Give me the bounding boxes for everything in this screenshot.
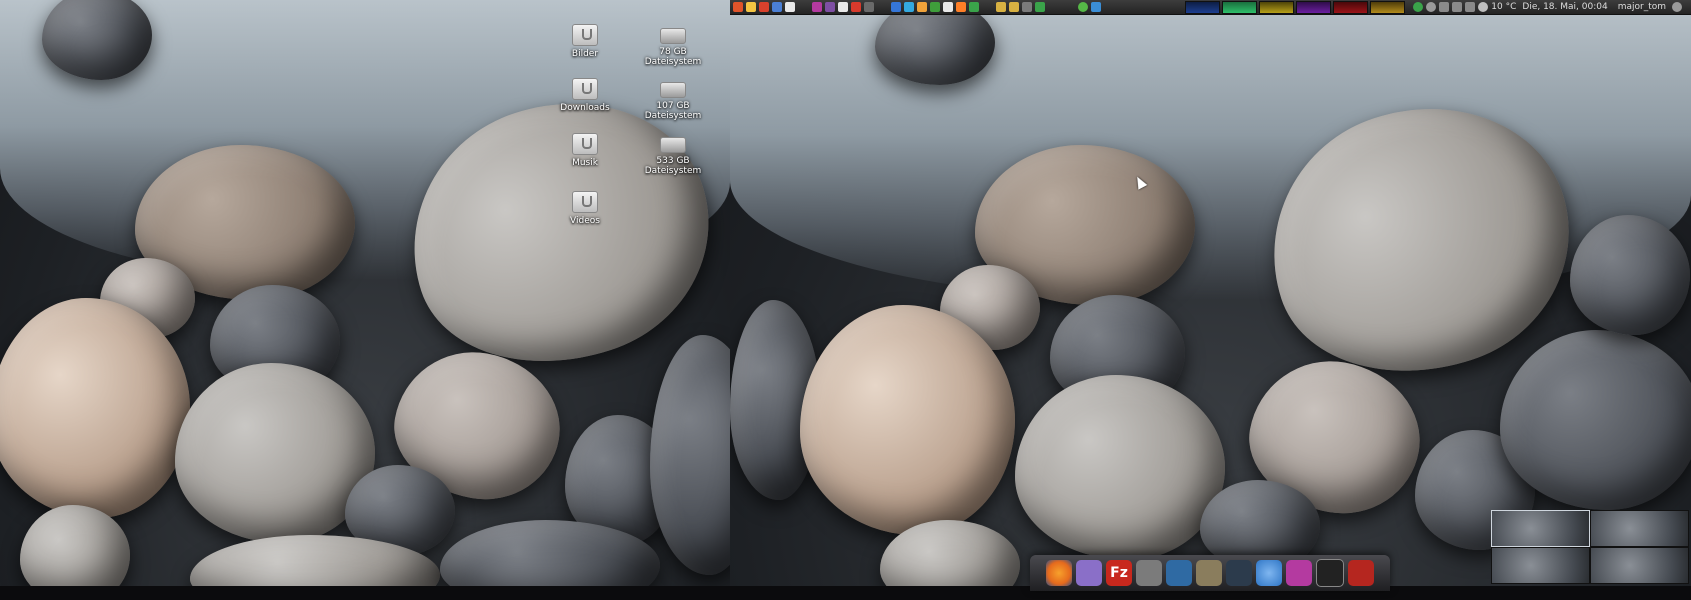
folder-icon: [572, 133, 598, 155]
folder-icon: [572, 191, 598, 213]
weather-icon[interactable]: [1478, 2, 1489, 12]
window-button-icon[interactable]: [812, 2, 822, 12]
panel-clock[interactable]: Die, 18. Mai, 00:04: [1522, 2, 1607, 12]
workspace-1[interactable]: [1491, 510, 1590, 547]
web-icon[interactable]: [1226, 560, 1252, 586]
desktop-icon-musik[interactable]: Musik: [545, 133, 625, 168]
stone: [20, 505, 130, 586]
settings-icon[interactable]: [746, 2, 756, 12]
terminal-icon[interactable]: [1316, 559, 1344, 587]
window-button-icon[interactable]: [930, 2, 940, 12]
presentation-icon[interactable]: [1348, 560, 1374, 586]
workspace-pager: [1491, 510, 1689, 584]
downloader-icon[interactable]: [1166, 560, 1192, 586]
top-panel: 10 °C Die, 18. Mai, 00:04 major_tom: [730, 0, 1691, 15]
app-launcher-icon[interactable]: [759, 2, 769, 12]
desktop-icon-label: 107 GB Dateisystem: [644, 101, 702, 121]
workspace-2[interactable]: [1591, 511, 1688, 546]
window-button-icon[interactable]: [943, 2, 953, 12]
desktop-icon-label: 533 GB Dateisystem: [644, 156, 702, 176]
desktop-icon-107gb-drive[interactable]: 107 GB Dateisystem: [633, 78, 713, 121]
filezilla-icon[interactable]: Fz: [1106, 560, 1132, 586]
desktop-icon-label: Bilder: [571, 49, 599, 59]
firefox-icon[interactable]: [1046, 560, 1072, 586]
gimp-icon[interactable]: [1196, 560, 1222, 586]
window-button-icon[interactable]: [969, 2, 979, 12]
window-button-icon[interactable]: [1035, 2, 1045, 12]
desktop-icon-label: Downloads: [560, 103, 610, 113]
user-menu[interactable]: major_tom: [1618, 2, 1666, 12]
desktop-icon-78gb-drive[interactable]: 78 GB Dateisystem: [633, 24, 713, 67]
network-graph[interactable]: [1259, 0, 1295, 14]
dock: Fz: [1030, 555, 1390, 591]
play-icon[interactable]: [1078, 2, 1088, 12]
right-monitor-wallpaper: [730, 0, 1691, 586]
app-launcher-icon[interactable]: [733, 2, 743, 12]
window-button-icon[interactable]: [864, 2, 874, 12]
stone: [650, 335, 730, 575]
window-button-icon[interactable]: [917, 2, 927, 12]
app-launcher-icon[interactable]: [785, 2, 795, 12]
load-graph[interactable]: [1333, 0, 1369, 14]
calculator-icon[interactable]: [1136, 560, 1162, 586]
workspace-3[interactable]: [1492, 548, 1589, 583]
power-icon[interactable]: [1426, 2, 1437, 12]
desktop-icon-533gb-drive[interactable]: 533 GB Dateisystem: [633, 133, 713, 176]
desktop-icon-label: 78 GB Dateisystem: [644, 47, 702, 67]
shutdown-icon[interactable]: [1672, 2, 1682, 12]
swap-graph[interactable]: [1296, 0, 1332, 14]
folder-icon: [572, 78, 598, 100]
window-button-icon[interactable]: [956, 2, 966, 12]
window-button-icon[interactable]: [825, 2, 835, 12]
window-button-icon[interactable]: [1009, 2, 1019, 12]
folder-icon: [572, 24, 598, 46]
desktop-icon-bilder[interactable]: Bilder: [545, 24, 625, 59]
wifi-icon[interactable]: [1439, 2, 1450, 12]
window-button-icon[interactable]: [996, 2, 1006, 12]
stone: [42, 0, 152, 80]
workspace-4[interactable]: [1591, 548, 1688, 583]
drive-icon: [660, 28, 686, 44]
weather-temperature[interactable]: 10 °C: [1491, 2, 1516, 12]
globe-icon[interactable]: [1256, 560, 1282, 586]
window-button-icon[interactable]: [891, 2, 901, 12]
mail-icon[interactable]: [1465, 2, 1476, 12]
disk-graph[interactable]: [1370, 0, 1406, 14]
volume-icon[interactable]: [1452, 2, 1463, 12]
app-launcher-icon[interactable]: [772, 2, 782, 12]
stone: [800, 305, 1015, 535]
screen-icon[interactable]: [1286, 560, 1312, 586]
window-button-icon[interactable]: [838, 2, 848, 12]
pidgin-icon[interactable]: [1076, 560, 1102, 586]
desktop-icon-downloads[interactable]: Downloads: [545, 78, 625, 113]
stone: [1015, 375, 1225, 560]
window-button-icon[interactable]: [904, 2, 914, 12]
stone: [1500, 330, 1691, 510]
memory-graph[interactable]: [1222, 0, 1258, 14]
window-button-icon[interactable]: [1022, 2, 1032, 12]
cube-icon[interactable]: [1091, 2, 1101, 12]
desktop-icon-videos[interactable]: Videos: [545, 191, 625, 226]
window-button-icon[interactable]: [851, 2, 861, 12]
drive-icon: [660, 82, 686, 98]
desktop-icon-label: Musik: [572, 158, 598, 168]
drive-icon: [660, 137, 686, 153]
cpu-graph[interactable]: [1185, 0, 1221, 14]
desktop-icon-label: Videos: [570, 216, 600, 226]
network-status-icon[interactable]: [1413, 2, 1424, 12]
stone: [1570, 215, 1690, 335]
